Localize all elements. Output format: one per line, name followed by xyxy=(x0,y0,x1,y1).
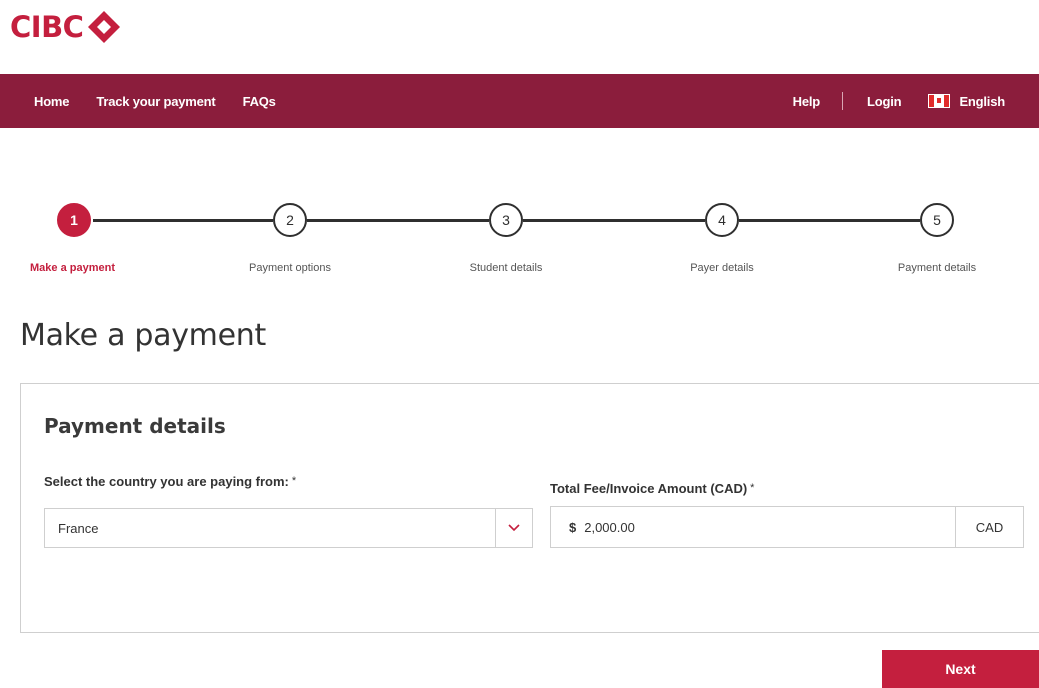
step-5-circle: 5 xyxy=(920,203,954,237)
country-select[interactable]: France xyxy=(44,508,533,548)
logo-text: CIBC xyxy=(10,10,84,44)
currency-code: CAD xyxy=(955,507,1023,547)
nav-faqs-link[interactable]: FAQs xyxy=(243,94,276,109)
amount-label-text: Total Fee/Invoice Amount (CAD) xyxy=(550,481,748,496)
step-connector xyxy=(523,219,705,222)
step-5-label: Payment details xyxy=(897,262,977,274)
step-2-label: Payment options xyxy=(249,262,331,274)
step-connector xyxy=(93,219,273,222)
language-selector[interactable]: English xyxy=(928,94,1005,109)
main-navbar: Home Track your payment FAQs Help Login … xyxy=(0,74,1039,128)
next-button[interactable]: Next xyxy=(882,650,1039,688)
payment-details-card: Payment details Select the country you a… xyxy=(20,383,1039,633)
step-3-circle: 3 xyxy=(489,203,523,237)
step-4-circle: 4 xyxy=(705,203,739,237)
canada-flag-icon xyxy=(928,94,951,108)
required-marker: * xyxy=(291,475,297,487)
country-select-value: France xyxy=(58,520,99,536)
amount-input[interactable] xyxy=(584,509,955,545)
step-4-label: Payer details xyxy=(690,262,754,274)
currency-symbol: $ xyxy=(569,519,577,535)
card-title: Payment details xyxy=(44,414,226,438)
country-field-label: Select the country you are paying from: * xyxy=(44,474,296,489)
chevron-down-icon[interactable] xyxy=(495,509,532,547)
amount-field: $ CAD xyxy=(550,506,1024,548)
nav-track-payment-link[interactable]: Track your payment xyxy=(96,94,215,109)
step-connector xyxy=(739,219,920,222)
nav-right-group: Help Login English xyxy=(793,92,1005,110)
nav-home-link[interactable]: Home xyxy=(34,94,70,109)
step-connector xyxy=(307,219,489,222)
cibc-logo[interactable]: CIBC xyxy=(10,10,121,44)
nav-divider xyxy=(842,92,844,110)
country-label-text: Select the country you are paying from: xyxy=(44,474,289,489)
step-2-circle: 2 xyxy=(273,203,307,237)
step-3-label: Student details xyxy=(469,262,543,274)
nav-login-link[interactable]: Login xyxy=(867,94,902,109)
step-1-label: Make a payment xyxy=(30,262,115,274)
amount-field-label: Total Fee/Invoice Amount (CAD) * xyxy=(550,481,754,496)
nav-left-group: Home Track your payment FAQs xyxy=(34,94,303,109)
page-title: Make a payment xyxy=(20,318,266,353)
progress-stepper: 1 2 3 4 5 Make a payment Payment options… xyxy=(0,200,1039,280)
cibc-diamond-logo-icon xyxy=(88,11,121,43)
nav-help-link[interactable]: Help xyxy=(793,94,821,109)
step-1-circle: 1 xyxy=(57,203,91,237)
language-label: English xyxy=(959,93,1005,109)
required-marker: * xyxy=(750,482,755,494)
